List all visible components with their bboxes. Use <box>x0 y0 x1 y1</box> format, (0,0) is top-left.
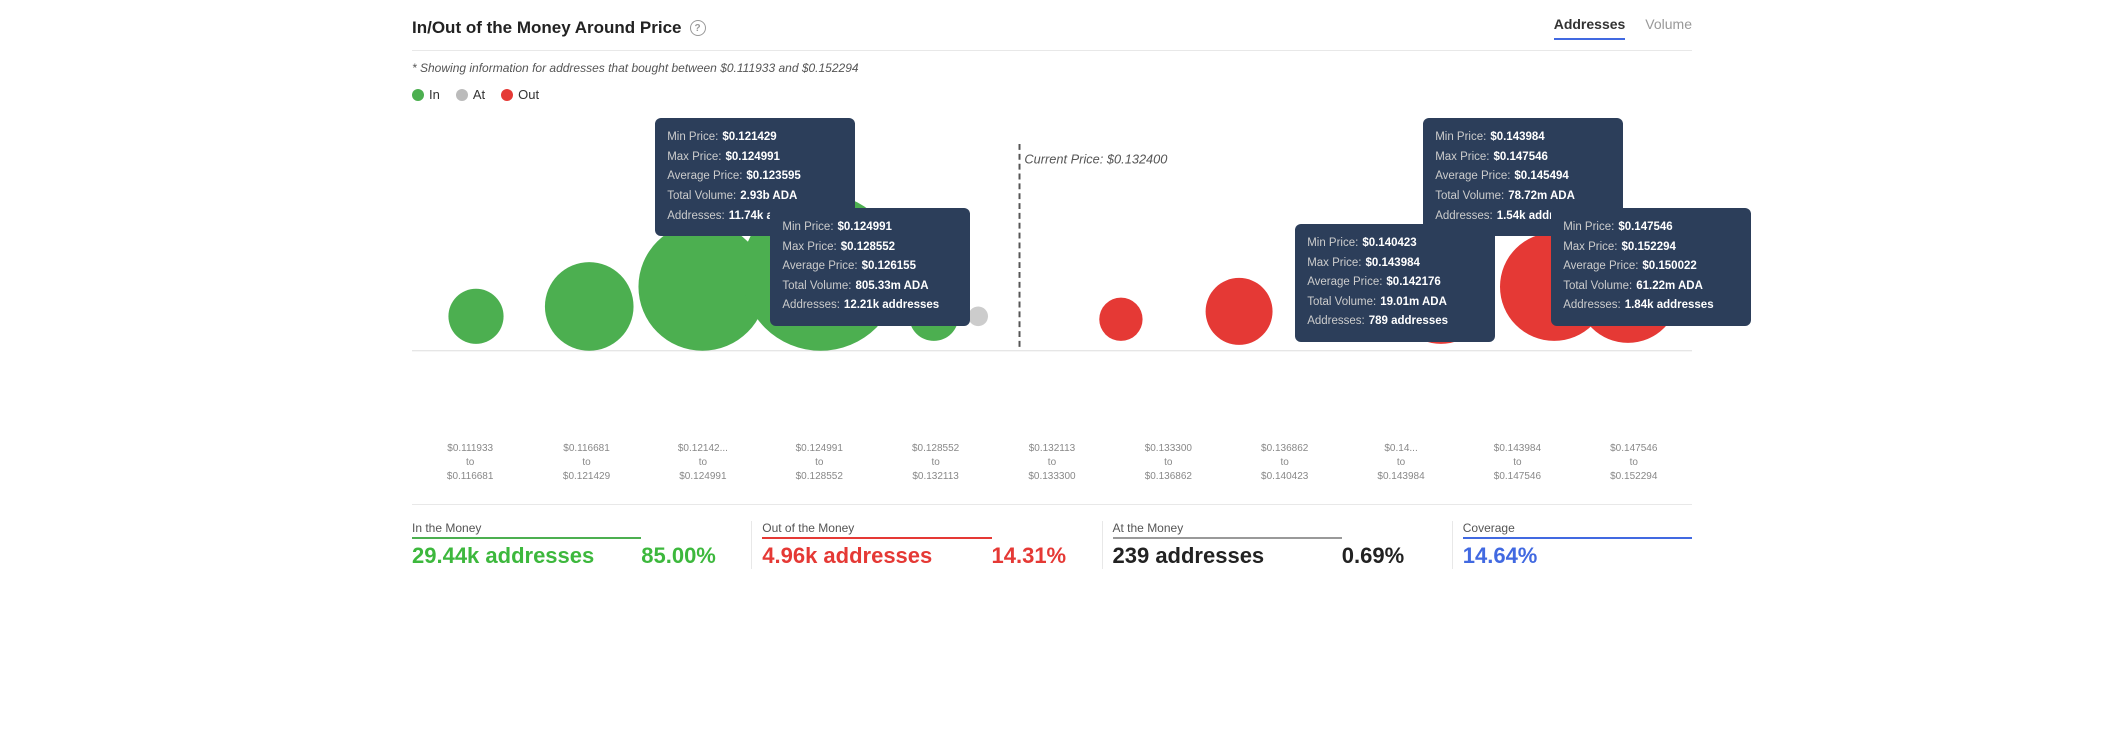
stat-at-value: 239 addresses <box>1113 543 1342 569</box>
bubble-chart: Current Price: $0.132400 <box>412 112 1692 432</box>
stat-at-label: At the Money <box>1113 521 1342 539</box>
stat-in-label: In the Money <box>412 521 641 539</box>
x-tick-10: $0.147546to$0.152294 <box>1576 442 1692 484</box>
stat-at-the-money: At the Money 239 addresses <box>1113 521 1342 569</box>
out-dot <box>501 89 513 101</box>
legend-out-label: Out <box>518 87 539 102</box>
x-tick-8: $0.14...to$0.143984 <box>1343 442 1459 484</box>
stat-out-label: Out of the Money <box>762 521 991 539</box>
tab-addresses[interactable]: Addresses <box>1554 16 1626 40</box>
x-tick-1: $0.116681to$0.121429 <box>528 442 644 484</box>
x-tick-0: $0.111933to$0.116681 <box>412 442 528 484</box>
divider-1 <box>751 521 752 569</box>
legend-in-label: In <box>429 87 440 102</box>
bubble-r1 <box>1099 298 1142 341</box>
bubble-5 <box>909 292 958 341</box>
tab-volume[interactable]: Volume <box>1645 16 1692 40</box>
bubble-1 <box>448 289 503 344</box>
legend-at: At <box>456 87 485 102</box>
stat-out-the-money: Out of the Money 4.96k addresses <box>762 521 991 569</box>
current-price-label: Current Price: $0.132400 <box>1024 152 1168 167</box>
bubble-2 <box>545 262 634 351</box>
stat-out-pct: . 14.31% <box>992 521 1092 569</box>
bubble-r6 <box>1577 240 1679 342</box>
x-tick-3: $0.124991to$0.128552 <box>761 442 877 484</box>
x-tick-5: $0.132113to$0.133300 <box>994 442 1110 484</box>
x-tick-6: $0.133300to$0.136862 <box>1110 442 1226 484</box>
divider-3 <box>1452 521 1453 569</box>
legend-at-label: At <box>473 87 485 102</box>
legend-out: Out <box>501 87 539 102</box>
bubble-4 <box>742 193 900 351</box>
info-icon[interactable]: ? <box>690 20 706 36</box>
stat-in-pct-value: 85.00% <box>641 543 741 569</box>
tab-group: Addresses Volume <box>1554 16 1692 40</box>
subtitle: * Showing information for addresses that… <box>412 61 1692 75</box>
x-axis: $0.111933to$0.116681 $0.116681to$0.12142… <box>412 442 1692 484</box>
bubble-r2 <box>1206 278 1273 345</box>
stat-coverage-label: Coverage <box>1463 521 1692 539</box>
stat-coverage-value: 14.64% <box>1463 543 1692 569</box>
x-tick-2: $0.12142...to$0.124991 <box>645 442 761 484</box>
chart-area: Current Price: $0.132400 Min Price:$0.12… <box>412 112 1692 432</box>
stat-out-value: 4.96k addresses <box>762 543 991 569</box>
x-tick-7: $0.136862to$0.140423 <box>1227 442 1343 484</box>
stat-at-pct-value: 0.69% <box>1342 543 1442 569</box>
stat-in-pct: In the Money 85.00% <box>641 521 741 569</box>
bubble-at <box>968 306 988 326</box>
stat-coverage: Coverage 14.64% <box>1463 521 1692 569</box>
stats-row: In the Money 29.44k addresses In the Mon… <box>412 504 1692 569</box>
stat-at-pct: . 0.69% <box>1342 521 1442 569</box>
legend-in: In <box>412 87 440 102</box>
page-title: In/Out of the Money Around Price <box>412 18 682 38</box>
at-dot <box>456 89 468 101</box>
divider-2 <box>1102 521 1103 569</box>
in-dot <box>412 89 424 101</box>
stat-in-the-money: In the Money 29.44k addresses <box>412 521 641 569</box>
x-tick-4: $0.128552to$0.132113 <box>877 442 993 484</box>
x-tick-9: $0.143984to$0.147546 <box>1459 442 1575 484</box>
legend: In At Out <box>412 87 1692 102</box>
stat-out-pct-value: 14.31% <box>992 543 1092 569</box>
bubble-r3 <box>1338 297 1377 336</box>
bubble-r4b <box>1451 277 1490 316</box>
stat-in-value: 29.44k addresses <box>412 543 641 569</box>
